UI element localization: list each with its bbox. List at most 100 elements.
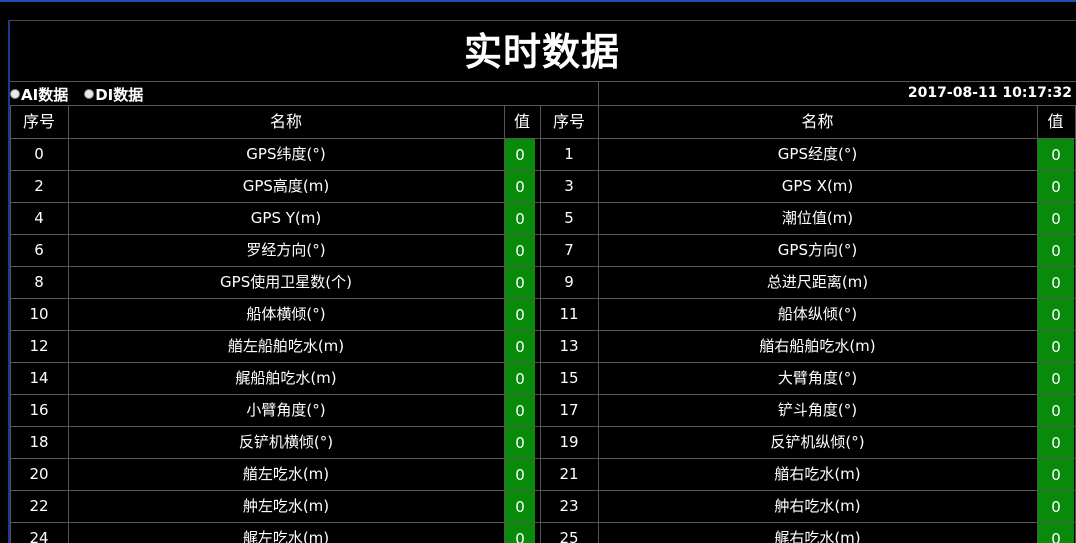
grid-row-line xyxy=(10,170,1076,171)
grid-column-line xyxy=(504,106,505,543)
grid-row-line xyxy=(10,234,1076,235)
row-value-left: 0 xyxy=(505,427,535,458)
row-index-left: 8 xyxy=(34,273,44,291)
row-index-right: 25 xyxy=(559,529,579,543)
row-index-left: 0 xyxy=(34,145,44,163)
grid-column-line xyxy=(1037,106,1038,543)
row-index-right: 15 xyxy=(559,369,579,387)
row-name-left: GPS使用卫星数(个) xyxy=(220,273,352,291)
row-value-left: 0 xyxy=(505,395,535,426)
row-index-right: 1 xyxy=(564,145,574,163)
row-name-left: 反铲机横倾(°) xyxy=(238,433,334,451)
row-value-left: 0 xyxy=(505,267,535,298)
grid-column-line xyxy=(68,106,69,543)
row-name-right: 艏右船舶吃水(m) xyxy=(759,337,876,355)
row-name-right: 艉右吃水(m) xyxy=(774,529,861,543)
grid-row-line xyxy=(10,394,1076,395)
radio-ai-data[interactable]: AI数据 xyxy=(10,84,68,105)
row-index-right: 13 xyxy=(559,337,579,355)
row-index-right: 19 xyxy=(559,433,579,451)
toolbar-divider xyxy=(598,81,599,105)
row-name-left: 罗经方向(°) xyxy=(246,241,326,259)
row-name-left: 船体横倾(°) xyxy=(246,305,326,323)
window-top-accent xyxy=(0,0,1076,2)
header-index-left: 序号 xyxy=(22,112,55,131)
row-value-right: 0 xyxy=(1038,395,1074,426)
row-value-left: 0 xyxy=(505,459,535,490)
row-index-left: 6 xyxy=(34,241,44,259)
row-value-right: 0 xyxy=(1038,427,1074,458)
table-row: 10 船体横倾(°) 0 11 船体纵倾(°) 0 xyxy=(0,298,1076,330)
data-type-selector: AI数据 DI数据 xyxy=(10,83,159,105)
row-name-left: 艉左吃水(m) xyxy=(242,529,330,543)
row-name-right: 艏右吃水(m) xyxy=(774,465,861,483)
table-row: 6 罗经方向(°) 0 7 GPS方向(°) 0 xyxy=(0,234,1076,266)
radio-di-data[interactable]: DI数据 xyxy=(84,84,143,105)
row-name-right: 铲斗角度(°) xyxy=(777,401,858,419)
row-index-left: 14 xyxy=(29,369,49,387)
row-name-left: GPS纬度(°) xyxy=(246,145,326,163)
header-index-right: 序号 xyxy=(552,112,585,131)
table-row: 14 艉船舶吃水(m) 0 15 大臂角度(°) 0 xyxy=(0,362,1076,394)
row-value-right: 0 xyxy=(1038,203,1074,234)
header-name-left: 名称 xyxy=(269,112,302,131)
row-value-right: 0 xyxy=(1038,171,1074,202)
table-row: 2 GPS高度(m) 0 3 GPS X(m) 0 xyxy=(0,170,1076,202)
grid-row-line xyxy=(10,490,1076,491)
row-value-right: 0 xyxy=(1038,363,1074,394)
row-value-right: 0 xyxy=(1038,299,1074,330)
grid-row-line xyxy=(10,426,1076,427)
row-name-right: 舯右吃水(m) xyxy=(774,497,861,515)
row-value-right: 0 xyxy=(1038,523,1074,543)
row-index-left: 22 xyxy=(29,497,49,515)
radio-circle-icon[interactable] xyxy=(10,89,20,99)
row-index-right: 7 xyxy=(564,241,574,259)
row-value-left: 0 xyxy=(505,235,535,266)
grid-row-line xyxy=(10,202,1076,203)
row-value-right: 0 xyxy=(1038,139,1074,170)
row-name-left: 舯左吃水(m) xyxy=(242,497,330,515)
divider-under-title xyxy=(10,81,1076,82)
row-name-left: GPS Y(m) xyxy=(250,209,322,227)
row-value-right: 0 xyxy=(1038,459,1074,490)
row-value-left: 0 xyxy=(505,523,535,543)
grid-column-line xyxy=(540,106,541,543)
radio-di-label: DI数据 xyxy=(95,85,144,104)
row-name-right: 反铲机纵倾(°) xyxy=(770,433,865,451)
row-index-left: 20 xyxy=(29,465,49,483)
row-value-right: 0 xyxy=(1038,491,1074,522)
header-value-right: 值 xyxy=(1047,112,1064,131)
row-name-left: GPS高度(m) xyxy=(242,177,330,195)
row-value-left: 0 xyxy=(505,171,535,202)
row-index-right: 9 xyxy=(564,273,574,291)
row-name-left: 艉船舶吃水(m) xyxy=(235,369,337,387)
row-index-left: 16 xyxy=(29,401,49,419)
row-index-right: 23 xyxy=(559,497,579,515)
row-index-left: 24 xyxy=(29,529,49,543)
grid-row-line xyxy=(10,458,1076,459)
table-row: 18 反铲机横倾(°) 0 19 反铲机纵倾(°) 0 xyxy=(0,426,1076,458)
grid-row-line xyxy=(10,266,1076,267)
grid-row-line xyxy=(10,138,1076,139)
table-row: 22 舯左吃水(m) 0 23 舯右吃水(m) 0 xyxy=(0,490,1076,522)
row-name-right: 大臂角度(°) xyxy=(777,369,858,387)
radio-circle-icon[interactable] xyxy=(84,89,95,99)
header-value-left: 值 xyxy=(513,112,530,131)
table-row: 20 艏左吃水(m) 0 21 艏右吃水(m) 0 xyxy=(0,458,1076,490)
row-name-left: 小臂角度(°) xyxy=(246,401,326,419)
row-value-right: 0 xyxy=(1038,235,1074,266)
table-row: 16 小臂角度(°) 0 17 铲斗角度(°) 0 xyxy=(0,394,1076,426)
row-index-right: 5 xyxy=(564,209,574,227)
row-index-left: 2 xyxy=(34,177,44,195)
row-value-left: 0 xyxy=(505,331,535,362)
row-index-left: 10 xyxy=(29,305,49,323)
row-index-left: 12 xyxy=(29,337,49,355)
row-name-left: 艏左船舶吃水(m) xyxy=(227,337,345,355)
row-index-right: 17 xyxy=(559,401,579,419)
grid-row-line xyxy=(10,522,1076,523)
grid-row-line xyxy=(10,330,1076,331)
row-name-right: 船体纵倾(°) xyxy=(777,305,858,323)
row-value-left: 0 xyxy=(505,491,535,522)
row-value-left: 0 xyxy=(505,139,535,170)
timestamp: 2017-08-11 10:17:32 xyxy=(907,85,1072,101)
